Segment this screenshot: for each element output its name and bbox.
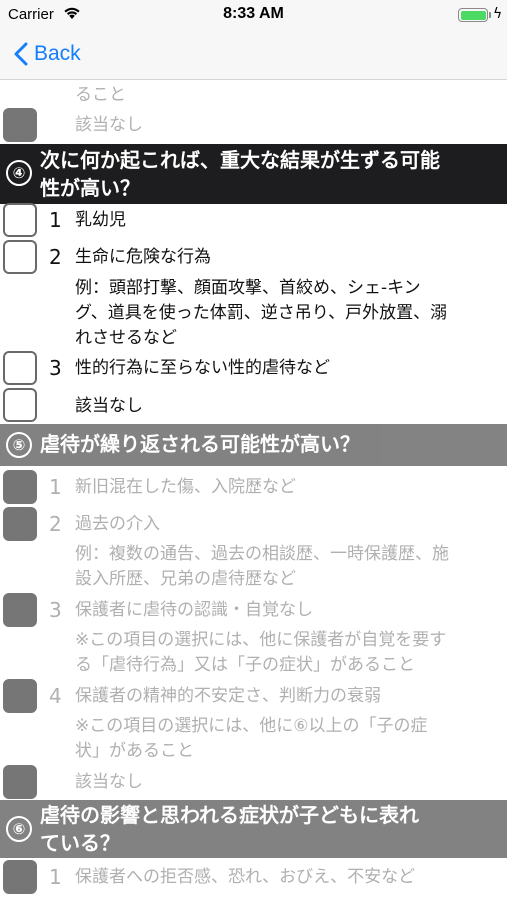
section4-number-badge: ④ — [6, 160, 32, 186]
status-bar: Carrier 8:33 AM ϟ — [0, 0, 507, 30]
section5-item3-note-line2: る「虐待行為」又は「子の症状」があること — [75, 655, 415, 675]
section5-item2-label: 過去の介入 — [75, 514, 160, 534]
section5-item3-checkbox[interactable] — [3, 593, 37, 627]
section6-item1-label: 保護者への拒否感、恐れ、おびえ、不安など — [75, 867, 416, 887]
section4-item1-label: 乳幼児 — [75, 210, 126, 230]
section5-item2-number: 2 — [49, 512, 62, 536]
section5-header: ⑤ 虐待が繰り返される可能性が高い？ — [0, 424, 507, 466]
section5-title: 虐待が繰り返される可能性が高い？ — [40, 432, 360, 456]
section5-item4-note-line1: ※この項目の選択には、他に⑥以上の「子の症 — [75, 716, 428, 736]
section3-item-text-tail: ること — [75, 85, 126, 105]
section6-item1-checkbox[interactable] — [3, 860, 37, 894]
section5-item4-label: 保護者の精神的不安定さ、判断力の衰弱 — [75, 686, 381, 706]
section4-item3-checkbox[interactable] — [3, 351, 37, 385]
chevron-left-icon — [14, 42, 28, 66]
section4-title-line1: 次に何か起これば、重大な結果が生ずる可能 — [40, 148, 440, 172]
section6-title-line1: 虐待の影響と思われる症状が子どもに表れ — [40, 803, 419, 827]
section5-item1-label: 新旧混在した傷、入院歴など — [75, 477, 296, 497]
section5-item2-note-line2: 設入所歴、兄弟の虐待歴など — [75, 569, 296, 589]
clock: 8:33 AM — [223, 5, 284, 22]
section5-item2-checkbox[interactable] — [3, 507, 37, 541]
section5-item2-note-line1: 例：複数の通告、過去の相談歴、一時保護歴、施 — [75, 544, 449, 564]
section6-title-line2: ている？ — [40, 831, 120, 855]
section5-item4-checkbox[interactable] — [3, 679, 37, 713]
section4-header: ④ 次に何か起これば、重大な結果が生ずる可能 性が高い？ — [0, 144, 507, 204]
navigation-bar: Back — [0, 30, 507, 80]
section6-header: ⑥ 虐待の影響と思われる症状が子どもに表れ ている？ — [0, 800, 507, 858]
section5-number-badge: ⑤ — [6, 432, 32, 458]
battery-tip — [489, 12, 491, 18]
checklist-scroll-area[interactable]: ること 該当なし ④ 次に何か起これば、重大な結果が生ずる可能 性が高い？ 1 … — [0, 80, 507, 900]
section5-item1-number: 1 — [49, 475, 62, 499]
section4-item2-checkbox[interactable] — [3, 240, 37, 274]
section4-none-label: 該当なし — [75, 396, 143, 416]
back-button[interactable]: Back — [14, 39, 81, 69]
section4-item1-checkbox[interactable] — [3, 203, 37, 237]
section5-item4-number: 4 — [49, 684, 62, 708]
section5-none-label: 該当なし — [75, 772, 143, 792]
section4-item2-note-line2: グ、道具を使った体罰、逆さ吊り、戸外放置、溺 — [75, 303, 448, 323]
battery-level-fill — [460, 10, 486, 20]
section6-number-badge: ⑥ — [6, 816, 32, 842]
section3-none-checkbox[interactable] — [3, 108, 37, 142]
section4-none-checkbox[interactable] — [3, 388, 37, 422]
section6-item1-number: 1 — [49, 865, 62, 889]
section5-item4-note-line2: 状」があること — [75, 741, 194, 761]
section4-item2-label: 生命に危険な行為 — [75, 247, 211, 267]
battery-icon — [458, 8, 488, 22]
back-label: Back — [34, 42, 81, 65]
section5-item3-label: 保護者に虐待の認識・自覚なし — [75, 600, 313, 620]
section5-item3-note-line1: ※この項目の選択には、他に保護者が自覚を要す — [75, 630, 447, 650]
section4-item2-note-line3: れさせるなど — [75, 328, 177, 348]
section3-none-label: 該当なし — [75, 115, 143, 135]
section5-none-checkbox[interactable] — [3, 765, 37, 799]
charging-bolt-icon: ϟ — [493, 6, 503, 22]
section4-item1-number: 1 — [49, 208, 62, 232]
section4-item2-note-line1: 例：頭部打撃、顔面攻撃、首絞め、シェ-キン — [75, 278, 421, 298]
section4-item3-number: 3 — [49, 356, 62, 380]
section4-item2-number: 2 — [49, 245, 62, 269]
section5-item3-number: 3 — [49, 598, 62, 622]
section4-item3-label: 性的行為に至らない性的虐待など — [75, 358, 330, 378]
section4-title-line2: 性が高い？ — [40, 176, 140, 200]
section5-item1-checkbox[interactable] — [3, 470, 37, 504]
